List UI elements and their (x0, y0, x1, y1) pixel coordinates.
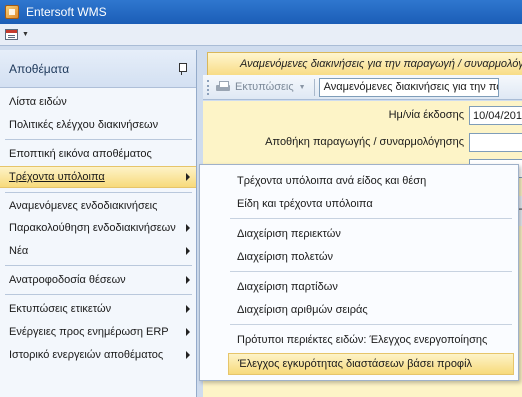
nav-item-current-balances[interactable]: Τρέχοντα υπόλοιπα (0, 166, 196, 188)
chevron-right-icon (186, 247, 190, 255)
chevron-right-icon (186, 224, 190, 232)
nav-item-expected-internal-moves[interactable]: Αναμενόμενες ενδοδιακινήσεις (0, 195, 196, 217)
chevron-down-icon[interactable]: ▼ (299, 84, 306, 91)
toolbar-grip[interactable] (207, 79, 210, 95)
nav-item-label: Πολιτικές ελέγχου διακινήσεων (9, 119, 159, 131)
nav-separator (5, 192, 192, 193)
nav-item-erp-update-actions[interactable]: Ενέργειες προς ενημέρωση ERP (0, 321, 196, 343)
nav-separator (5, 294, 192, 295)
nav-separator (5, 139, 192, 140)
submenu-popup: Τρέχοντα υπόλοιπα ανά είδος και θέση Είδ… (199, 164, 519, 381)
issue-date-label: Ημ/νία έκδοσης (388, 109, 464, 121)
application-menu-icon[interactable] (5, 29, 18, 40)
toolbar-divider (313, 78, 315, 96)
app-icon (5, 5, 19, 19)
chevron-right-icon (186, 276, 190, 284)
nav-item-new[interactable]: Νέα (0, 240, 196, 262)
nav-item-items-list[interactable]: Λίστα ειδών (0, 91, 196, 113)
nav-item-label: Λίστα ειδών (9, 96, 67, 108)
chevron-right-icon (186, 351, 190, 359)
chevron-right-icon (186, 305, 190, 313)
menu-separator (230, 271, 512, 272)
chevron-down-icon[interactable]: ▼ (22, 31, 29, 38)
nav-header: Αποθέματα (0, 50, 196, 88)
printer-icon (216, 81, 230, 93)
warehouse-label: Αποθήκη παραγωγής / συναρμολόγησης (265, 136, 464, 148)
nav-item-label: Ενέργειες προς ενημέρωση ERP (9, 326, 169, 338)
nav-item-label: Ανατροφοδοσία θέσεων (9, 274, 126, 286)
nav-item-label: Νέα (9, 245, 29, 257)
navigation-pane: Αποθέματα Λίστα ειδών Πολιτικές ελέγχου … (0, 50, 197, 397)
pin-icon[interactable] (177, 62, 187, 75)
tab-label: Αναμενόμενες διακινήσεις για την παραγωγ… (240, 58, 522, 70)
menu-item-batches[interactable]: Διαχείριση παρτίδων (228, 276, 514, 298)
chevron-right-icon (186, 328, 190, 336)
tab-expected-production-moves[interactable]: Αναμενόμενες διακινήσεις για την παραγωγ… (207, 52, 522, 75)
menu-item-serial-numbers[interactable]: Διαχείριση αριθμών σειράς (228, 299, 514, 321)
menu-separator (230, 324, 512, 325)
chevron-right-icon (186, 173, 190, 181)
nav-item-label: Εποπτική εικόνα αποθέματος (9, 148, 152, 160)
menu-item-balances-by-item-location[interactable]: Τρέχοντα υπόλοιπα ανά είδος και θέση (228, 170, 514, 192)
window-title: Entersoft WMS (26, 5, 107, 19)
warehouse-field[interactable] (469, 133, 522, 152)
view-combo[interactable]: Αναμενόμενες διακινήσεις για την παραγωγ… (318, 77, 499, 97)
nav-item-movement-policies[interactable]: Πολιτικές ελέγχου διακινήσεων (0, 114, 196, 136)
nav-header-title: Αποθέματα (9, 61, 70, 76)
quick-access-toolbar: ▼ (0, 24, 522, 46)
nav-item-label: Εκτυπώσεις ετικετών (9, 303, 112, 315)
nav-item-label: Αναμενόμενες ενδοδιακινήσεις (9, 200, 158, 212)
menu-separator (230, 218, 512, 219)
menu-item-containers[interactable]: Διαχείριση περιεκτών (228, 223, 514, 245)
title-bar: Entersoft WMS (0, 0, 522, 24)
nav-item-stock-overview[interactable]: Εποπτική εικόνα αποθέματος (0, 143, 196, 165)
menu-item-pallets[interactable]: Διαχείριση πολετών (228, 246, 514, 268)
nav-item-label: Παρακολούθηση ενδοδιακινήσεων (9, 222, 176, 234)
nav-item-internal-moves-tracking[interactable]: Παρακολούθηση ενδοδιακινήσεων (0, 217, 196, 239)
menu-item-dimension-validity-check[interactable]: Έλεγχος εγκυρότητας διαστάσεων βάσει προ… (228, 353, 514, 375)
nav-separator (5, 265, 192, 266)
nav-item-stock-actions-history[interactable]: Ιστορικό ενεργειών αποθέματος (0, 344, 196, 366)
menu-item-standard-containers-check[interactable]: Πρότυποι περιέκτες ειδών: Έλεγχος ενεργο… (228, 329, 514, 351)
document-tab-bar: Αναμενόμενες διακινήσεις για την παραγωγ… (203, 50, 522, 75)
menu-item-items-and-balances[interactable]: Είδη και τρέχοντα υπόλοιπα (228, 193, 514, 215)
document-toolbar: Εκτυπώσεις ▼ Αναμενόμενες διακινήσεις γι… (203, 75, 522, 100)
nav-item-label: Ιστορικό ενεργειών αποθέματος (9, 349, 164, 361)
nav-item-label: Τρέχοντα υπόλοιπα (9, 171, 105, 183)
issue-date-field[interactable]: 10/04/2013 (469, 106, 522, 125)
nav-item-label-printing[interactable]: Εκτυπώσεις ετικετών (0, 298, 196, 320)
print-button[interactable]: Εκτυπώσεις (235, 81, 294, 93)
nav-item-location-replenishment[interactable]: Ανατροφοδοσία θέσεων (0, 269, 196, 291)
